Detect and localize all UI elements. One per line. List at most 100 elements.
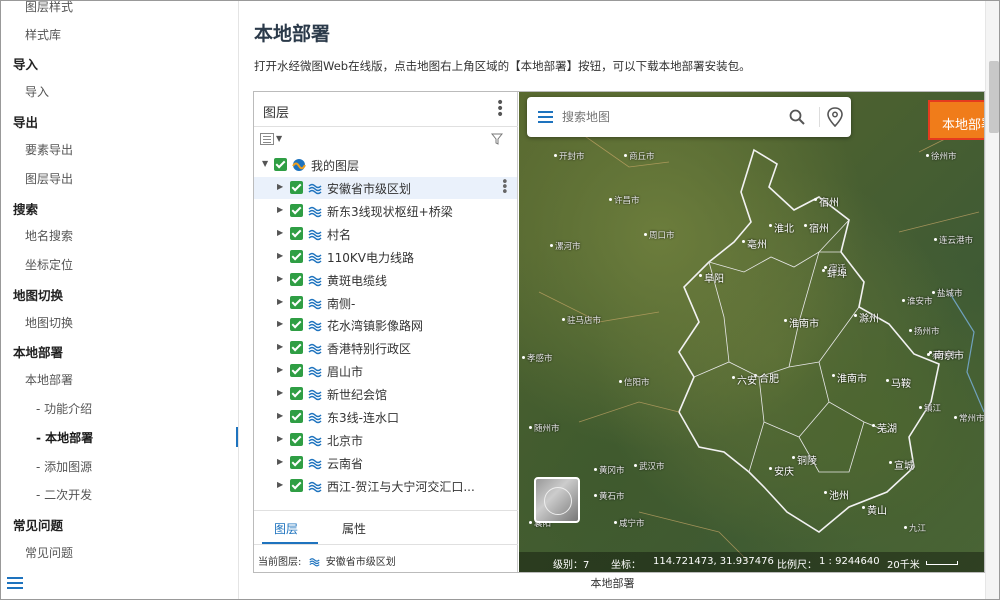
layer-checkbox[interactable] xyxy=(290,364,303,378)
layer-row[interactable]: ▶ 云南省 xyxy=(254,452,517,474)
city-label: 亳州 xyxy=(742,236,767,251)
layer-name: 110KV电力线路 xyxy=(327,250,414,265)
filter-icon[interactable] xyxy=(491,133,503,145)
sidebar-item[interactable]: 图层样式 xyxy=(1,1,238,15)
expand-arrow-icon[interactable]: ▶ xyxy=(277,274,283,283)
menu-icon[interactable] xyxy=(538,111,553,126)
tab-properties[interactable]: 属性 xyxy=(342,520,366,537)
sidebar-item[interactable]: - 添加图源 xyxy=(1,458,238,475)
layer-row[interactable]: ▶ 黄斑电缆线 xyxy=(254,269,517,291)
layer-checkbox[interactable] xyxy=(290,295,303,309)
layer-row[interactable]: ▶ 新东3线现状枢纽+桥梁 xyxy=(254,200,517,222)
expand-arrow-icon[interactable]: ▶ xyxy=(277,319,283,328)
city-label: 淮安市 xyxy=(902,297,933,307)
sidebar-item[interactable]: 地图切换 xyxy=(1,285,238,304)
city-label: 蚌埠 xyxy=(822,265,847,280)
search-icon[interactable] xyxy=(789,109,805,125)
basemap-switch-button[interactable] xyxy=(534,477,580,523)
location-pin-icon[interactable] xyxy=(826,107,844,127)
layer-checkbox[interactable] xyxy=(290,341,303,355)
expand-arrow-icon[interactable]: ▶ xyxy=(277,457,283,466)
expand-arrow-icon[interactable]: ▶ xyxy=(277,205,283,214)
layer-checkbox[interactable] xyxy=(290,387,303,401)
layer-row[interactable]: ▶ 眉山市 xyxy=(254,360,517,382)
sidebar-item[interactable]: - 本地部署 xyxy=(1,429,238,446)
expand-arrow-icon[interactable]: ▶ xyxy=(277,411,283,420)
layer-row[interactable]: ▶ 安徽省市级区划 • • • xyxy=(254,176,517,199)
city-label: 盐城市 xyxy=(932,289,963,299)
city-label: 九江 xyxy=(903,524,927,534)
sidebar-item[interactable]: 常见问题 xyxy=(1,544,238,561)
expand-arrow-icon[interactable]: ▶ xyxy=(277,297,283,306)
layer-checkbox[interactable] xyxy=(290,432,303,446)
layer-checkbox[interactable] xyxy=(290,203,303,217)
expand-arrow-icon[interactable]: ▶ xyxy=(277,342,283,351)
sidebar-item[interactable]: - 功能介绍 xyxy=(1,400,238,417)
map-search-input[interactable] xyxy=(562,108,762,126)
layer-checkbox[interactable] xyxy=(290,226,303,240)
city-label: 阜阳 xyxy=(699,270,724,285)
layer-checkbox[interactable] xyxy=(290,410,303,423)
layer-row[interactable]: ▶ 花水湾镇影像路网 xyxy=(254,314,517,336)
layer-row[interactable]: ▶ 村名 xyxy=(254,223,517,245)
sidebar-item[interactable]: - 二次开发 xyxy=(1,486,238,503)
expand-arrow-icon[interactable]: ▶ xyxy=(277,251,283,260)
sidebar-item[interactable]: 坐标定位 xyxy=(1,256,238,273)
layer-checkbox[interactable] xyxy=(274,158,287,171)
city-label: 周口市 xyxy=(644,231,675,241)
layer-row[interactable]: ▶ 北京市 xyxy=(254,429,517,451)
city-label: 南京市 xyxy=(929,347,964,362)
local-deploy-button[interactable]: 本地部署 xyxy=(928,100,984,140)
layer-checkbox[interactable] xyxy=(290,318,303,332)
layer-checkbox[interactable] xyxy=(290,455,303,469)
expand-arrow-icon[interactable]: ▶ xyxy=(277,182,283,191)
expand-arrow-icon[interactable]: ▶ xyxy=(277,480,283,489)
layer-name: 安徽省市级区划 xyxy=(327,182,412,196)
city-label: 随州市 xyxy=(529,424,560,434)
list-view-icon[interactable] xyxy=(260,133,274,145)
menu-toggle-icon[interactable] xyxy=(7,577,23,591)
sidebar-item[interactable]: 导入 xyxy=(1,83,238,100)
page-scrollbar[interactable] xyxy=(985,1,999,599)
layer-name: 黄斑电缆线 xyxy=(327,273,388,288)
layer-row[interactable]: ▶ 南侧- xyxy=(254,292,517,314)
screenshot-figure: 图层 • • • ▼ ▼ 我的图层 ▶ 安徽省市级区划 • • • ▶ 新东3线现状枢纽+桥梁 ▶ 村名… xyxy=(253,91,985,573)
layer-more-icon[interactable]: • • • xyxy=(501,176,509,199)
layer-checkbox[interactable] xyxy=(290,181,303,194)
layer-row[interactable]: ▶ 西江-贺江与大宁河交汇口... xyxy=(254,475,517,497)
layer-checkbox[interactable] xyxy=(290,272,303,286)
expand-arrow-icon[interactable]: ▶ xyxy=(277,365,283,374)
expand-arrow-icon[interactable]: ▶ xyxy=(277,434,283,443)
more-options-icon[interactable]: • • • xyxy=(496,96,504,122)
chevron-down-icon[interactable]: ▼ xyxy=(276,134,282,143)
vector-layer-icon xyxy=(308,183,322,195)
scrollbar-thumb[interactable] xyxy=(989,61,999,133)
sidebar-item[interactable]: 本地部署 xyxy=(1,371,238,388)
sidebar-item[interactable]: 导入 xyxy=(1,54,238,73)
vector-layer-icon xyxy=(308,229,322,241)
layer-row[interactable]: ▶ 香港特别行政区 xyxy=(254,337,517,359)
sidebar-item[interactable]: 要素导出 xyxy=(1,141,238,158)
map-view[interactable]: 开封市 商丘市 徐州市 许昌市 宿州 漯河市 淮北 宿州 周口市 亳州 连云港市 宿迁 蚌埠 淮安市 盐城市… xyxy=(519,92,984,572)
layer-group-row[interactable]: ▼ 我的图层 xyxy=(254,154,517,176)
tab-layers[interactable]: 图层 xyxy=(274,520,298,537)
sidebar-item[interactable]: 地图切换 xyxy=(1,314,238,331)
layer-row[interactable]: ▶ 新世纪会馆 xyxy=(254,383,517,405)
layer-row[interactable]: ▶ 东3线-连水口 xyxy=(254,406,517,428)
city-label: 铜陵 xyxy=(792,452,817,467)
sidebar-item[interactable]: 图层导出 xyxy=(1,170,238,187)
sidebar-item[interactable]: 搜索 xyxy=(1,199,238,218)
sidebar-item[interactable]: 地名搜索 xyxy=(1,227,238,244)
sidebar-item[interactable]: 常见问题 xyxy=(1,515,238,534)
expand-arrow-icon[interactable]: ▶ xyxy=(277,228,283,237)
layer-checkbox[interactable] xyxy=(290,478,303,492)
sidebar-item[interactable]: 导出 xyxy=(1,112,238,131)
page-title: 本地部署 xyxy=(254,23,331,45)
collapse-arrow-icon[interactable]: ▼ xyxy=(262,159,268,168)
sidebar-item[interactable]: 样式库 xyxy=(1,26,238,43)
layer-row[interactable]: ▶ 110KV电力线路 xyxy=(254,246,517,268)
expand-arrow-icon[interactable]: ▶ xyxy=(277,388,283,397)
layer-group-name: 我的图层 xyxy=(311,159,360,173)
layer-checkbox[interactable] xyxy=(290,249,303,263)
sidebar-item[interactable]: 本地部署 xyxy=(1,342,238,361)
